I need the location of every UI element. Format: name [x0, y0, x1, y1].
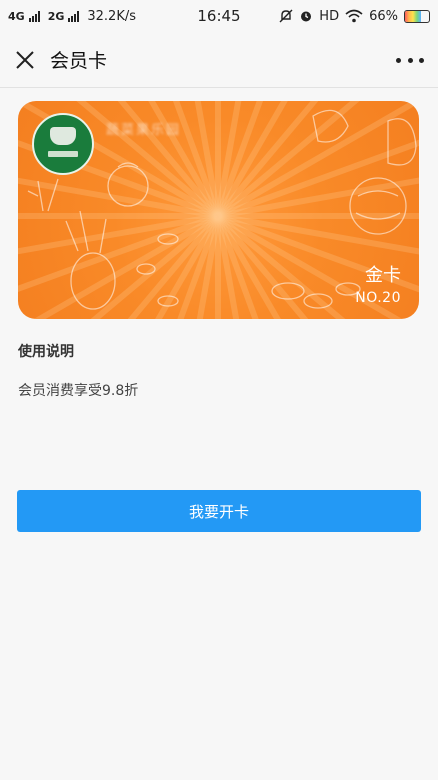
shop-logo [32, 113, 94, 175]
battery-fill [405, 10, 421, 22]
more-button[interactable] [396, 50, 424, 70]
more-dot [419, 57, 424, 63]
cabbage-sketch-icon [387, 118, 417, 166]
network-2g-label: 2G [47, 9, 65, 23]
cow-logo-icon [50, 127, 76, 145]
alarm-icon [301, 11, 312, 22]
battery-percent: 66% [369, 8, 398, 24]
signal-icon [28, 10, 40, 22]
open-card-button[interactable]: 我要开卡 [17, 490, 421, 532]
page-title: 会员卡 [50, 50, 108, 72]
navbar: 会员卡 [0, 32, 438, 88]
shop-name: 蔬菜果乐园 [106, 123, 182, 138]
signal-icon [68, 10, 80, 22]
status-left: 4G 2G 32.2K/s [8, 9, 279, 24]
usage-title: 使用说明 [18, 344, 74, 360]
close-icon [16, 50, 34, 69]
logo-text-strip [48, 151, 78, 157]
status-right: HD 66% [279, 9, 430, 24]
card-number: NO.20 [355, 290, 401, 306]
close-button[interactable] [0, 32, 50, 88]
network-4g-label: 4G [8, 9, 25, 23]
network-speed: 32.2K/s [87, 8, 136, 24]
wifi-icon [345, 9, 363, 23]
hd-label: HD [319, 8, 340, 24]
more-dot [407, 57, 413, 63]
status-bar: 4G 2G 32.2K/s 16:45 HD 66% [0, 0, 438, 32]
card-level: 金卡 [365, 265, 401, 286]
usage-text: 会员消费享受9.8折 [18, 383, 139, 399]
more-dot [396, 57, 401, 63]
battery-icon [404, 9, 430, 23]
bell-muted-icon [279, 9, 293, 23]
member-card: 蔬菜果乐园 金卡 NO.20 [18, 101, 419, 319]
